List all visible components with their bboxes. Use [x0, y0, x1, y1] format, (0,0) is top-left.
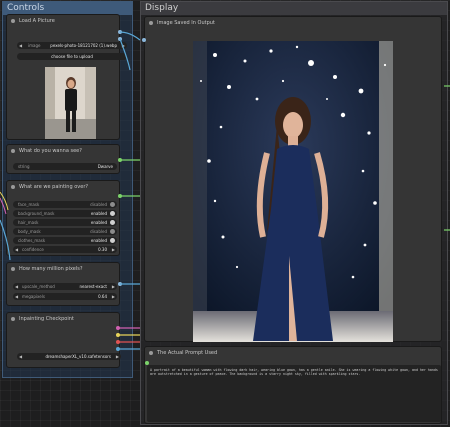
select-label: upscale_method: [22, 284, 55, 289]
left-arrow-icon[interactable]: ◀: [15, 246, 18, 253]
what-see-node[interactable]: What do you wanna see? string Dwarve: [6, 144, 120, 174]
load-picture-node[interactable]: Load A Picture ◀ image pexels-photo-1812…: [6, 14, 127, 140]
toggle-knob: [110, 202, 115, 207]
node-title: Load A Picture: [7, 15, 119, 27]
checkpoint-value: dreamshaperXL_v10.safetensors: [45, 354, 111, 359]
megapixels-slider[interactable]: ◀ megapixels 0.64 ▶: [13, 293, 117, 300]
right-arrow-icon[interactable]: ▶: [122, 42, 125, 49]
toggle-label: clothes_mask: [18, 238, 46, 243]
toggle-label: body_mask: [18, 229, 41, 234]
output-socket[interactable]: [118, 282, 122, 286]
upscale-method-select[interactable]: ◀ upscale_method nearest-exact ▶: [13, 283, 117, 290]
prompt-textarea[interactable]: A portrait of a beautiful woman with flo…: [147, 365, 441, 422]
node-title: The Actual Prompt Used: [145, 347, 441, 359]
toggle-label: hair_mask: [18, 220, 39, 225]
background-mask-toggle[interactable]: background_mask enabled: [13, 210, 117, 217]
output-socket[interactable]: [116, 333, 120, 337]
left-arrow-icon[interactable]: ◀: [15, 293, 18, 300]
select-value: nearest-exact: [79, 284, 107, 289]
output-image-svg: [193, 41, 393, 342]
node-title: How many million pixels?: [7, 263, 119, 275]
output-socket[interactable]: [116, 347, 120, 351]
toggle-label: background_mask: [18, 211, 55, 216]
clothes-mask-toggle[interactable]: clothes_mask enabled: [13, 237, 117, 244]
thumbnail-svg: [45, 67, 96, 139]
toggle-value: disabled: [90, 202, 107, 207]
million-pixels-node[interactable]: How many million pixels? ◀ upscale_metho…: [6, 262, 120, 306]
string-input[interactable]: string Dwarve: [13, 163, 117, 170]
image-select-widget[interactable]: ◀ image pexels-photo-18121702 (1).webp ▶: [17, 42, 127, 49]
checkpoint-node[interactable]: Inpainting Checkpoint ◀ dreamshaperXL_v1…: [6, 312, 121, 368]
input-image-thumbnail: [45, 67, 96, 139]
toggle-value: disabled: [90, 229, 107, 234]
string-label: string: [18, 164, 30, 169]
node-title: Inpainting Checkpoint: [7, 313, 119, 325]
confidence-slider[interactable]: ◀ confidence 0.30 ▶: [13, 246, 117, 253]
slider-label: confidence: [22, 247, 44, 252]
node-title: What are we painting over?: [7, 181, 119, 193]
right-arrow-icon[interactable]: ▶: [112, 293, 115, 300]
display-group-title: Display: [141, 2, 447, 15]
string-value: Dwarve: [97, 164, 113, 169]
left-arrow-icon[interactable]: ◀: [19, 353, 22, 360]
node-title: What do you wanna see?: [7, 145, 119, 157]
slider-value: 0.30: [98, 247, 107, 252]
hair-mask-toggle[interactable]: hair_mask enabled: [13, 219, 117, 226]
upload-button[interactable]: choose file to upload: [17, 53, 127, 60]
image-value: pexels-photo-18121702 (1).webp: [50, 43, 117, 48]
image-label: image: [28, 43, 41, 48]
left-arrow-icon[interactable]: ◀: [15, 283, 18, 290]
output-socket[interactable]: [118, 37, 122, 41]
toggle-knob: [110, 211, 115, 216]
prompt-used-node[interactable]: The Actual Prompt Used A portrait of a b…: [144, 346, 442, 424]
input-socket[interactable]: [145, 361, 149, 365]
output-socket[interactable]: [116, 326, 120, 330]
painting-over-node[interactable]: What are we painting over? face_mask dis…: [6, 180, 120, 256]
checkpoint-select[interactable]: ◀ dreamshaperXL_v10.safetensors ▶: [17, 353, 121, 360]
left-arrow-icon[interactable]: ◀: [19, 42, 22, 49]
toggle-value: enabled: [90, 220, 107, 225]
image-saved-node[interactable]: Image Saved In Output: [144, 16, 442, 342]
right-arrow-icon[interactable]: ▶: [116, 353, 119, 360]
output-socket[interactable]: [118, 30, 122, 34]
slider-label: megapixels: [22, 294, 45, 299]
body-mask-toggle[interactable]: body_mask disabled: [13, 228, 117, 235]
toggle-value: enabled: [90, 211, 107, 216]
face-mask-toggle[interactable]: face_mask disabled: [13, 201, 117, 208]
output-image: [193, 41, 393, 342]
toggle-value: enabled: [90, 238, 107, 243]
output-socket[interactable]: [118, 158, 122, 162]
right-arrow-icon[interactable]: ▶: [112, 246, 115, 253]
toggle-label: face_mask: [18, 202, 40, 207]
toggle-knob: [110, 220, 115, 225]
slider-value: 0.64: [98, 294, 107, 299]
toggle-knob: [110, 229, 115, 234]
right-arrow-icon[interactable]: ▶: [112, 283, 115, 290]
output-socket[interactable]: [116, 340, 120, 344]
toggle-knob: [110, 238, 115, 243]
output-socket[interactable]: [118, 194, 122, 198]
node-title: Image Saved In Output: [145, 17, 441, 29]
input-socket[interactable]: [142, 38, 146, 42]
